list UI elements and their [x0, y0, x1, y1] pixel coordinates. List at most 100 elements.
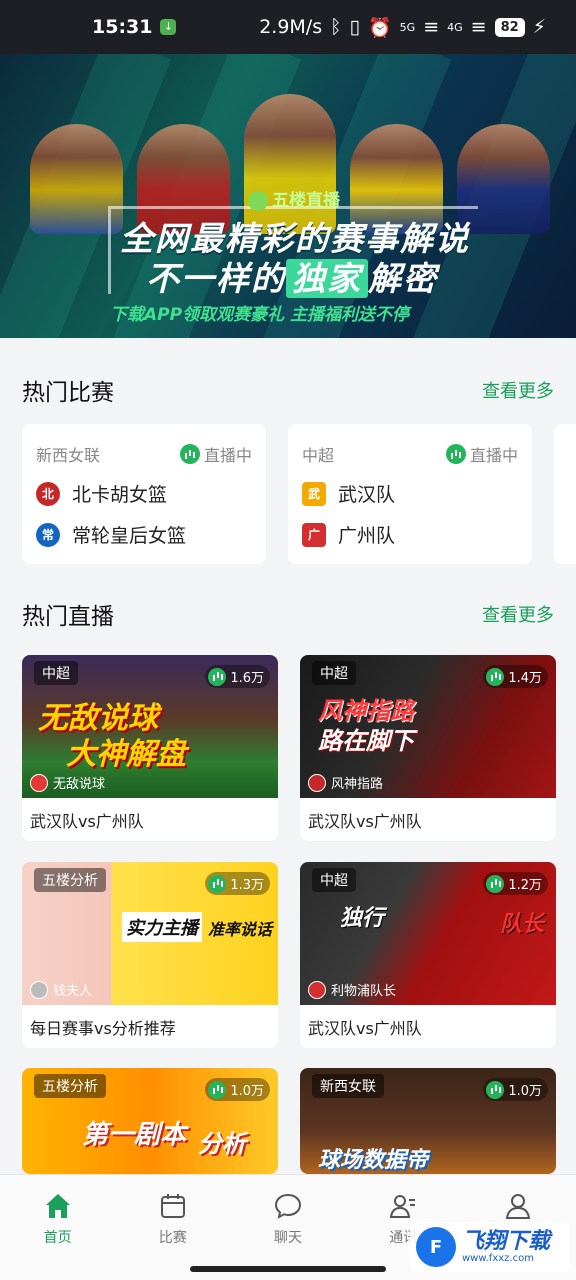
see-more-link[interactable]: 查看更多 — [482, 601, 554, 627]
live-icon — [208, 874, 227, 893]
live-icon — [445, 444, 466, 464]
live-icon — [208, 1080, 227, 1099]
avatar — [308, 773, 326, 792]
live-card[interactable]: 无敌说球 大神解盘 中超 1.6万 无敌说球 武汉队vs广州队 — [22, 655, 278, 841]
live-card[interactable]: 实力主播 准率说话 五楼分析 1.3万 钱夫人 每日赛事vs分析推荐 — [22, 862, 278, 1048]
viewer-count-text: 1.2万 — [508, 878, 542, 893]
live-icon — [179, 444, 200, 464]
live-status: 直播中 — [445, 442, 518, 466]
avatar — [30, 980, 48, 999]
promo-banner[interactable]: 五楼直播 全网最精彩的赛事解说 不一样的 独家 解密 下载APP领取观赛豪礼 主播福… — [0, 54, 576, 338]
viewer-count: 1.4万 — [483, 665, 548, 688]
section-title: 热门直播 — [22, 604, 114, 630]
nav-label: 首页 — [43, 1230, 72, 1246]
team-name: 常轮皇后女篮 — [72, 525, 187, 547]
headline2-pre: 不一样的 — [146, 259, 286, 298]
team-row: 北北卡胡女篮 — [36, 480, 252, 507]
watermark-text: 飞翔下载 — [462, 1228, 551, 1254]
live-card[interactable]: 独行 队长 中超 1.2万 利物浦队长 武汉队vs广州队 — [300, 862, 556, 1048]
league-tag: 中超 — [34, 661, 78, 685]
match-card[interactable]: 新西女联 直播中 北北卡胡女篮 常常轮皇后女篮 — [22, 424, 266, 564]
nav-item-chat[interactable]: 聊天 — [230, 1175, 345, 1280]
viewer-count: 1.6万 — [205, 665, 270, 688]
home-indicator[interactable] — [190, 1266, 386, 1272]
watermark-text-group: 飞翔下载 www.fxxz.com — [462, 1228, 551, 1264]
banner-headline-2: 不一样的 独家 解密 — [146, 252, 438, 300]
chat-bubble-icon — [274, 1193, 302, 1219]
status-right: 2.9M/s ᛒ ▯ ⏰ 5G ≡ 4G ≡ 82 ⚡ — [259, 16, 546, 39]
team-row: 常常轮皇后女篮 — [36, 521, 252, 548]
team-logo-icon: 武 — [302, 481, 326, 506]
league-label: 中超 — [302, 446, 335, 465]
live-card[interactable]: 第一剧本 分析 五楼分析 1.0万 — [22, 1068, 278, 1174]
watermark-url: www.fxxz.com — [462, 1252, 534, 1264]
alarm-icon: ⏰ — [367, 16, 392, 39]
banner-subline: 下载APP领取观赛豪礼 主播福利送不停 — [110, 305, 409, 325]
live-status-text: 直播中 — [203, 446, 252, 465]
watermark: F 飞翔下载 www.fxxz.com — [410, 1222, 570, 1272]
viewer-count-text: 1.4万 — [508, 671, 542, 686]
league-tag: 中超 — [312, 661, 356, 685]
signal-icon: ≡ — [423, 16, 440, 38]
live-card[interactable]: 球场数据帝 新西女联 1.0万 — [300, 1068, 556, 1174]
live-icon — [486, 667, 505, 686]
anchor-info: 利物浦队长 — [308, 980, 396, 999]
nav-label: 聊天 — [274, 1230, 302, 1246]
viewer-count: 1.0万 — [483, 1078, 548, 1101]
live-icon — [208, 667, 227, 686]
thumb-art-text: 队长 — [500, 912, 545, 937]
headline2-post: 解密 — [368, 259, 438, 298]
headline2-highlight: 独家 — [286, 259, 368, 298]
match-card[interactable]: 中超 直播中 武武汉队 广广州队 — [288, 424, 532, 564]
live-title: 武汉队vs广州队 — [308, 811, 422, 831]
thumb-art-text: 路在脚下 — [318, 727, 414, 755]
thumb-art-text: 独行 — [340, 906, 385, 931]
see-more-link[interactable]: 查看更多 — [482, 377, 554, 403]
league-tag: 中超 — [312, 868, 356, 892]
network-speed: 2.9M/s — [259, 16, 323, 38]
live-status-text: 直播中 — [469, 446, 518, 465]
signal-icon-2: ≡ — [470, 16, 487, 38]
nav-item-matches[interactable]: 比赛 — [115, 1175, 230, 1280]
live-title: 武汉队vs广州队 — [308, 1018, 422, 1038]
anchor-info: 风神指路 — [308, 773, 383, 792]
thumb-art-text: 球场数据帝 — [318, 1148, 429, 1173]
league-label: 新西女联 — [36, 446, 101, 465]
live-title: 武汉队vs广州队 — [30, 811, 144, 831]
live-card[interactable]: 风神指路 路在脚下 中超 1.4万 风神指路 武汉队vs广州队 — [300, 655, 556, 841]
banner-brand: 五楼直播 — [248, 186, 340, 211]
team-row: 广广州队 — [302, 521, 518, 548]
live-status: 直播中 — [179, 442, 252, 466]
live-thumbnail: 独行 队长 中超 1.2万 利物浦队长 — [300, 862, 556, 1005]
league-tag: 五楼分析 — [34, 868, 106, 892]
viewer-count-text: 1.6万 — [230, 671, 264, 686]
team-name: 广州队 — [338, 525, 396, 547]
live-thumbnail: 实力主播 准率说话 五楼分析 1.3万 钱夫人 — [22, 862, 278, 1005]
thumb-art-text: 分析 — [198, 1130, 246, 1158]
avatar — [30, 773, 48, 792]
nav-label: 比赛 — [158, 1230, 187, 1246]
team-name: 北卡胡女篮 — [72, 484, 168, 506]
anchor-info: 钱夫人 — [30, 980, 92, 999]
anchor-name: 利物浦队长 — [331, 984, 397, 999]
anchor-name: 无敌说球 — [53, 777, 106, 792]
anchor-name: 钱夫人 — [53, 984, 93, 999]
signal-4g: 4G — [447, 20, 463, 34]
contacts-icon — [390, 1195, 416, 1218]
hot-live-header: 热门直播 查看更多 — [0, 594, 576, 634]
thumb-art-text: 实力主播 — [122, 912, 202, 942]
status-time: 15:31 — [92, 16, 153, 38]
match-card-partial[interactable] — [554, 424, 576, 564]
banner-brand-text: 五楼直播 — [272, 191, 340, 211]
battery-icon: 82 — [494, 17, 525, 37]
status-bar: 15:31 ↓ 2.9M/s ᛒ ▯ ⏰ 5G ≡ 4G ≡ 82 ⚡ — [0, 0, 576, 54]
section-title: 热门比赛 — [22, 380, 114, 406]
nav-item-home[interactable]: 首页 — [0, 1175, 115, 1280]
thumb-art-text: 大神解盘 — [66, 737, 186, 772]
live-icon — [486, 874, 505, 893]
home-icon — [45, 1194, 70, 1218]
viewer-count: 1.3万 — [205, 872, 270, 895]
brand-logo-icon — [248, 191, 268, 211]
hot-matches-list[interactable]: 新西女联 直播中 北北卡胡女篮 常常轮皇后女篮 中超 直播中 武武汉队 广广州队 — [22, 424, 576, 564]
team-logo-icon: 常 — [36, 522, 60, 547]
